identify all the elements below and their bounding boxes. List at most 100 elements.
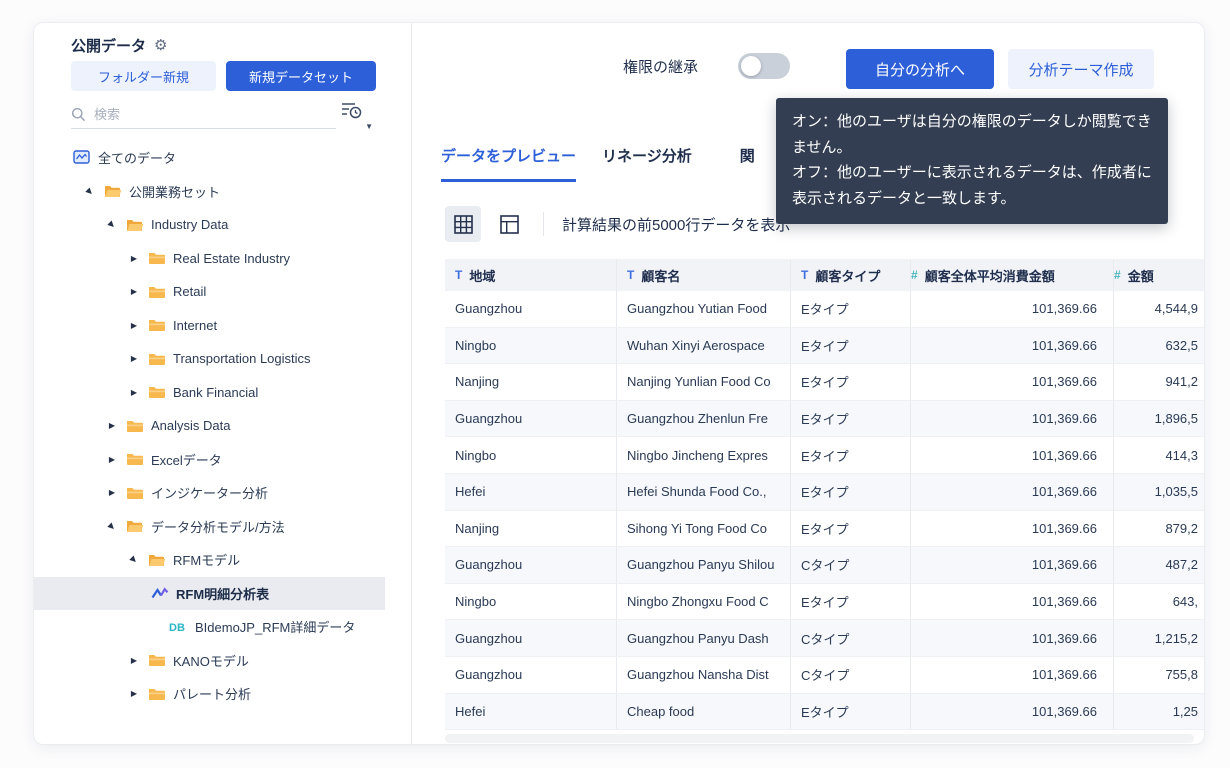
tree-item[interactable]: ▶インジケーター分析 bbox=[34, 476, 411, 510]
table-row: NingboWuhan Xinyi AerospaceEタイプ101,369.6… bbox=[445, 328, 1205, 365]
folder-icon bbox=[147, 686, 166, 702]
grid-view-button[interactable] bbox=[445, 206, 481, 242]
table-cell: 101,369.66 bbox=[911, 291, 1114, 327]
tree-item[interactable]: ▶ Retail bbox=[34, 275, 411, 309]
table-cell: 1,25 bbox=[1114, 694, 1205, 730]
column-header[interactable]: #金額 bbox=[1114, 259, 1205, 291]
expand-arrow-icon[interactable]: ▶ bbox=[106, 455, 118, 464]
sidebar: 公開データ ⚙ フォルダー新規 新規データセット ▼ 全てのデータ ▶公開業務セッ… bbox=[34, 23, 411, 744]
search-icon bbox=[71, 107, 86, 122]
tree-item[interactable]: DBBIdemoJP_RFM詳細データ bbox=[34, 610, 411, 644]
table-cell: 414,3 bbox=[1114, 437, 1205, 473]
tree-item[interactable]: 全てのデータ bbox=[34, 141, 411, 175]
table-row: GuangzhouGuangzhou Panyu ShilouCタイプ101,3… bbox=[445, 547, 1205, 584]
expand-arrow-icon[interactable]: ▶ bbox=[128, 321, 140, 330]
column-header[interactable]: #顧客全体平均消費金額 bbox=[911, 259, 1114, 291]
table-row: HefeiHefei Shunda Food Co.,Eタイプ101,369.6… bbox=[445, 474, 1205, 511]
column-name: 顧客名 bbox=[641, 266, 680, 285]
tree-item[interactable]: ▶ データ分析モデル/方法 bbox=[34, 510, 411, 544]
table-row: HefeiCheap foodEタイプ101,369.661,25 bbox=[445, 694, 1205, 731]
tree-item-selected[interactable]: RFM明細分析表 bbox=[34, 577, 385, 611]
tree-item[interactable]: ▶Analysis Data bbox=[34, 409, 411, 443]
tree-item[interactable]: ▶ Real Estate Industry bbox=[34, 242, 411, 276]
table-cell: 101,369.66 bbox=[911, 547, 1114, 583]
tab-1[interactable]: リネージ分析 bbox=[602, 145, 692, 182]
tree-item[interactable]: ▶RFMモデル bbox=[34, 543, 411, 577]
text-type-icon: T bbox=[627, 268, 634, 282]
layout-view-button[interactable] bbox=[491, 206, 527, 242]
collapse-arrow-icon[interactable]: ▶ bbox=[105, 519, 120, 534]
table-cell: 941,2 bbox=[1114, 364, 1205, 400]
table-cell: Ningbo bbox=[445, 437, 617, 473]
tree-item-label: 全てのデータ bbox=[98, 148, 176, 167]
table-cell: Hefei bbox=[445, 474, 617, 510]
table-cell: 879,2 bbox=[1114, 511, 1205, 547]
tab-2[interactable]: 関 bbox=[740, 145, 755, 182]
tab-0[interactable]: データをプレビュー bbox=[441, 145, 576, 182]
tree-item[interactable]: ▶ KANOモデル bbox=[34, 644, 411, 678]
search-input[interactable] bbox=[94, 107, 336, 122]
number-type-icon: # bbox=[911, 268, 918, 282]
table-cell: 632,5 bbox=[1114, 328, 1205, 364]
tree-item-label: Retail bbox=[173, 284, 206, 299]
permission-inherit-toggle[interactable] bbox=[738, 53, 790, 79]
row-limit-note: 計算結果の前5000行データを表示 bbox=[562, 214, 790, 235]
folder-icon bbox=[147, 317, 166, 333]
table-cell: Eタイプ bbox=[791, 474, 911, 510]
table-cell: Eタイプ bbox=[791, 511, 911, 547]
tree-item-label: データ分析モデル/方法 bbox=[151, 517, 285, 536]
sidebar-header: 公開データ ⚙ bbox=[71, 35, 167, 56]
column-header[interactable]: T地域 bbox=[445, 259, 617, 291]
table-cell: 643, bbox=[1114, 584, 1205, 620]
expand-arrow-icon[interactable]: ▶ bbox=[128, 287, 140, 296]
horizontal-scrollbar[interactable] bbox=[445, 734, 1194, 743]
new-folder-button[interactable]: フォルダー新規 bbox=[71, 61, 216, 91]
folder-icon bbox=[147, 351, 166, 367]
expand-arrow-icon[interactable]: ▶ bbox=[106, 421, 118, 430]
column-header[interactable]: T顧客タイプ bbox=[791, 259, 911, 291]
tab-bar: データをプレビューリネージ分析 関 bbox=[441, 145, 781, 182]
expand-arrow-icon[interactable]: ▶ bbox=[106, 488, 118, 497]
table-cell: 1,035,5 bbox=[1114, 474, 1205, 510]
table-row: NanjingNanjing Yunlian Food CoEタイプ101,36… bbox=[445, 364, 1205, 401]
table-cell: 755,8 bbox=[1114, 657, 1205, 693]
column-header[interactable]: T 顧客名 bbox=[617, 259, 791, 291]
expand-arrow-icon[interactable]: ▶ bbox=[128, 388, 140, 397]
expand-arrow-icon[interactable]: ▶ bbox=[128, 354, 140, 363]
tree-item[interactable]: ▶パレート分析 bbox=[34, 677, 411, 711]
tree-item[interactable]: ▶ Transportation Logistics bbox=[34, 342, 411, 376]
tree-item-label: Transportation Logistics bbox=[173, 351, 311, 366]
sidebar-title: 公開データ bbox=[71, 35, 146, 56]
tree-item-label: Real Estate Industry bbox=[173, 251, 290, 266]
to-my-analysis-button[interactable]: 自分の分析へ bbox=[846, 49, 994, 89]
search-history-icon[interactable]: ▼ bbox=[341, 101, 371, 127]
tree-item[interactable]: ▶Excelデータ bbox=[34, 443, 411, 477]
expand-arrow-icon[interactable]: ▶ bbox=[128, 689, 140, 698]
tree-item[interactable]: ▶Internet bbox=[34, 309, 411, 343]
svg-text:DB: DB bbox=[169, 622, 185, 633]
number-type-icon: # bbox=[1114, 268, 1121, 282]
collapse-arrow-icon[interactable]: ▶ bbox=[83, 184, 98, 199]
analysis-table-icon bbox=[150, 585, 169, 601]
tree-item[interactable]: ▶公開業務セット bbox=[34, 175, 411, 209]
toggle-knob bbox=[741, 56, 761, 76]
permission-inherit-label: 権限の継承 bbox=[623, 56, 698, 77]
table-cell: 1,215,2 bbox=[1114, 620, 1205, 656]
tree-item-label: KANOモデル bbox=[173, 651, 249, 670]
tree-item[interactable]: ▶Bank Financial bbox=[34, 376, 411, 410]
expand-arrow-icon[interactable]: ▶ bbox=[128, 656, 140, 665]
table-cell: Nanjing Yunlian Food Co bbox=[617, 364, 791, 400]
tree-item[interactable]: ▶Industry Data bbox=[34, 208, 411, 242]
new-dataset-button[interactable]: 新規データセット bbox=[226, 61, 376, 91]
create-analysis-theme-button[interactable]: 分析テーマ作成 bbox=[1008, 49, 1154, 89]
collapse-arrow-icon[interactable]: ▶ bbox=[105, 217, 120, 232]
collapse-arrow-icon[interactable]: ▶ bbox=[127, 552, 142, 567]
gear-icon[interactable]: ⚙ bbox=[154, 38, 167, 53]
table-cell: Guangzhou Panyu Dash bbox=[617, 620, 791, 656]
table-row: GuangzhouGuangzhou Yutian FoodEタイプ101,36… bbox=[445, 291, 1205, 328]
expand-arrow-icon[interactable]: ▶ bbox=[128, 254, 140, 263]
table-cell: Wuhan Xinyi Aerospace bbox=[617, 328, 791, 364]
table-cell: 101,369.66 bbox=[911, 364, 1114, 400]
open-folder-icon bbox=[125, 518, 144, 534]
search-bar bbox=[71, 101, 336, 129]
